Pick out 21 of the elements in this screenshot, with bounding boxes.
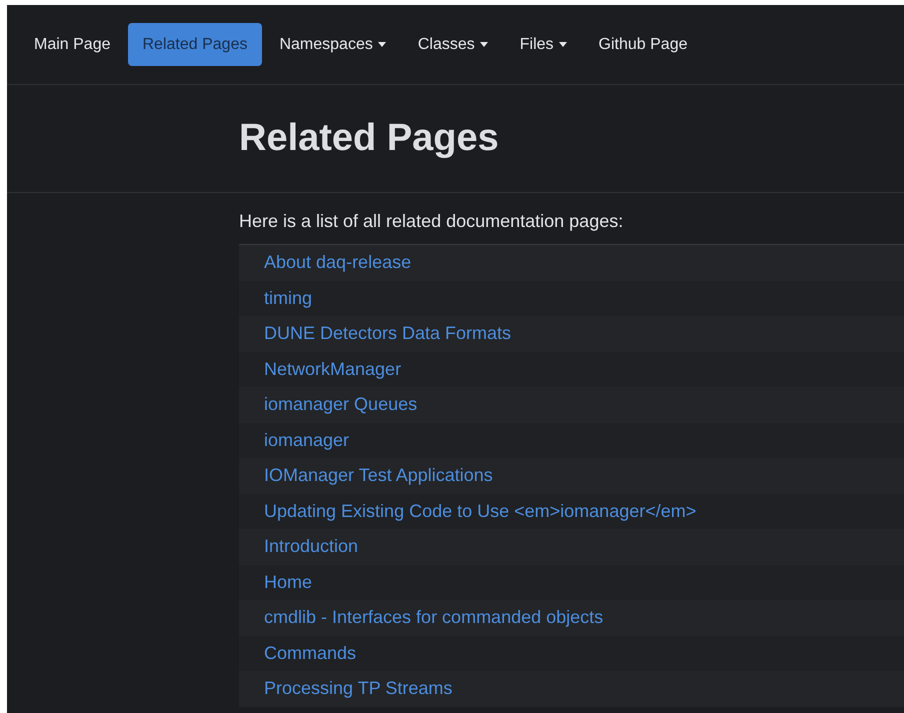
page-link[interactable]: DUNE Detectors Data Formats	[264, 323, 512, 344]
page-link[interactable]: Updating Existing Code to Use <em>iomanager</em>	[264, 500, 696, 522]
page-link[interactable]: iomanager	[264, 430, 350, 451]
page-link[interactable]: iomanager Queues	[264, 394, 418, 416]
nav-tab[interactable]: Related Pages	[128, 23, 262, 66]
nav-tab[interactable]: Namespaces	[264, 23, 401, 66]
page-link[interactable]: IOManager Test Applications	[264, 465, 493, 486]
page-link[interactable]: Home	[264, 572, 312, 593]
intro-text: Here is a list of all related documentation pages:	[239, 211, 624, 232]
page-link[interactable]: timing	[264, 288, 312, 309]
nav-tab[interactable]: Main Page	[19, 23, 126, 66]
page-link[interactable]: Commands	[264, 642, 356, 664]
page-link[interactable]: Processing TP Streams	[264, 678, 452, 700]
nav-tab[interactable]: Github Page	[584, 23, 702, 66]
page-link[interactable]: Introduction	[264, 536, 358, 558]
page-link[interactable]: About daq-release	[264, 252, 412, 274]
page-link[interactable]: NetworkManager	[264, 358, 402, 380]
nav-tab[interactable]: Files	[504, 23, 582, 66]
nav-tab[interactable]: Classes	[402, 23, 503, 66]
page-link[interactable]: cmdlib - Interfaces for commanded objects	[264, 607, 604, 628]
page-title: Related Pages	[239, 117, 499, 160]
